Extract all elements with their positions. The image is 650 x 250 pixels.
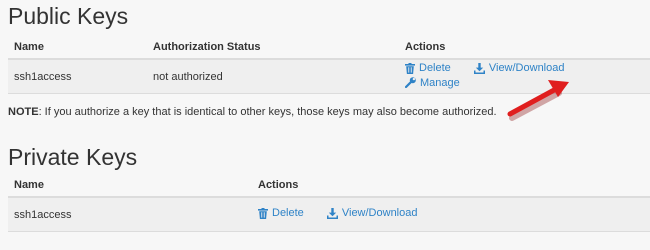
table-row: ssh1access Delete View/Download	[8, 197, 650, 232]
view-download-label: View/Download	[341, 207, 418, 220]
download-icon	[326, 207, 338, 219]
delete-link[interactable]: Delete	[258, 207, 304, 219]
view-download-link[interactable]: View/Download	[473, 62, 565, 74]
delete-label: Delete	[272, 207, 304, 220]
manage-link[interactable]: Manage	[405, 77, 460, 89]
authorization-status: not authorized	[147, 59, 399, 94]
column-header-name: Name	[8, 174, 252, 198]
view-download-link[interactable]: View/Download	[326, 207, 418, 220]
private-keys-table: Name Actions ssh1access Delete View/Down…	[8, 174, 650, 232]
note-label: NOTE	[8, 106, 39, 118]
public-keys-table: Name Authorization Status Actions ssh1ac…	[8, 36, 650, 94]
actions-cell: Delete View/Download	[252, 197, 650, 232]
public-keys-title: Public Keys	[8, 3, 129, 29]
actions-cell: Delete View/Download Manage	[399, 59, 650, 94]
delete-label: Delete	[419, 62, 451, 74]
download-icon	[473, 62, 485, 74]
column-header-actions: Actions	[399, 36, 650, 60]
column-header-name: Name	[8, 36, 147, 60]
table-header-row: Name Actions	[8, 174, 650, 198]
private-keys-title: Private Keys	[8, 144, 138, 170]
trash-icon	[258, 207, 268, 219]
delete-link[interactable]: Delete	[405, 62, 451, 74]
wrench-icon	[405, 77, 416, 88]
column-header-authorization-status: Authorization Status	[147, 36, 399, 60]
table-header-row: Name Authorization Status Actions	[8, 36, 650, 60]
note-text: NOTE: If you authorize a key that is ide…	[8, 106, 497, 118]
key-name: ssh1access	[8, 197, 252, 232]
manage-label: Manage	[420, 76, 460, 89]
column-header-actions: Actions	[252, 174, 650, 198]
trash-icon	[405, 62, 415, 74]
view-download-label: View/Download	[488, 62, 565, 74]
key-name: ssh1access	[8, 59, 147, 94]
table-row: ssh1access not authorized Delete View/Do…	[8, 59, 650, 94]
note-body: : If you authorize a key that is identic…	[38, 106, 497, 118]
